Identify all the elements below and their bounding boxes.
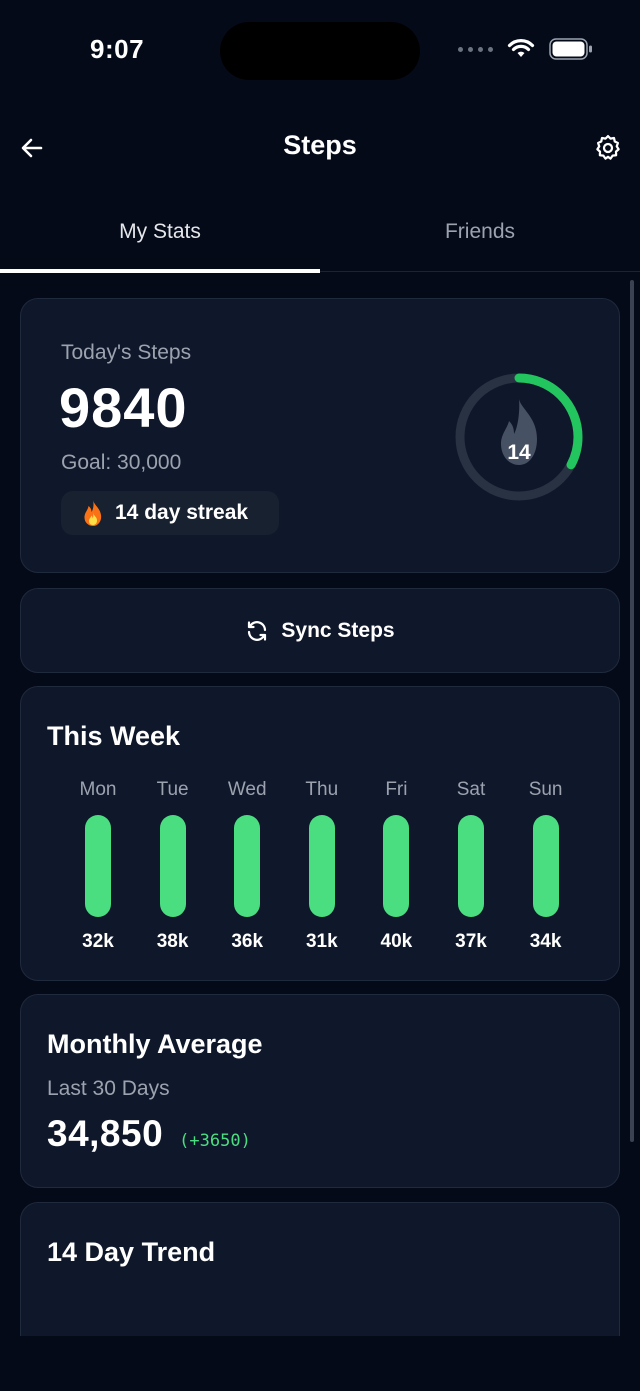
day-column-sun: Sun 34k <box>507 779 585 959</box>
day-label: Tue <box>156 779 189 800</box>
trend-line-chart <box>21 1203 621 1336</box>
bar-track <box>85 815 111 917</box>
day-label: Wed <box>227 779 267 800</box>
sync-steps-label: Sync Steps <box>281 618 395 642</box>
tab-my-stats[interactable]: My Stats <box>0 200 320 272</box>
day-bar <box>85 815 111 917</box>
this-week-title: This Week <box>47 721 181 751</box>
bar-track <box>159 815 186 917</box>
bar-track <box>458 815 484 917</box>
day-value: 40k <box>380 931 413 952</box>
ring-streak-count: 14 <box>507 441 531 464</box>
day-label: Thu <box>305 779 339 800</box>
trend-card: 14 Day Trend <box>20 1202 620 1336</box>
day-value: 32k <box>82 931 114 952</box>
streak-badge: 14 day streak <box>61 491 279 535</box>
monthly-average-row: 34,850 (+3650) <box>47 1113 251 1155</box>
today-steps-label: Today's Steps <box>61 341 192 364</box>
monthly-average-change: (+3650) <box>179 1131 251 1151</box>
streak-text: 14 day streak <box>115 501 249 524</box>
dynamic-island <box>220 22 420 80</box>
status-time: 9:07 <box>90 34 145 64</box>
bar-track <box>532 815 559 917</box>
day-bar <box>383 815 410 917</box>
day-label: Mon <box>79 779 117 800</box>
monthly-average-title: Monthly Average <box>47 1029 263 1059</box>
bar-track <box>308 815 335 917</box>
day-bar <box>234 815 261 917</box>
day-column-mon: Mon 32k <box>59 779 137 959</box>
day-value: 38k <box>156 931 189 952</box>
this-week-card: This Week Mon 32k Tue 38k Wed 36k Thu 31k Fri 40k… <box>20 686 620 981</box>
day-label: Sat <box>456 779 486 800</box>
cellular-signal-icon <box>458 46 493 52</box>
bottom-safe-area <box>0 1336 640 1391</box>
wifi-icon <box>507 39 535 57</box>
day-bar <box>458 815 484 917</box>
refresh-icon <box>248 620 267 641</box>
day-value: 34k <box>529 931 562 952</box>
battery-icon <box>549 38 592 60</box>
bar-track <box>383 815 410 917</box>
goal-progress-ring: 14 <box>453 371 585 503</box>
monthly-average-value: 34,850 <box>47 1113 164 1154</box>
week-bar-chart: Mon 32k Tue 38k Wed 36k Thu 31k Fri 40k Sat 37k Sun 3… <box>59 779 620 959</box>
tab-bar: My Stats Friends <box>0 200 640 273</box>
bar-track <box>234 815 261 917</box>
stats-content[interactable]: Today's Steps 9840 Goal: 30,000 14 day s… <box>0 272 640 1336</box>
day-value: 36k <box>231 931 264 952</box>
day-column-wed: Wed 36k <box>208 779 286 959</box>
tab-friends[interactable]: Friends <box>320 200 640 272</box>
day-column-thu: Thu 31k <box>283 779 361 959</box>
sync-steps-button[interactable]: Sync Steps <box>20 588 620 673</box>
page-title: Steps <box>283 130 357 160</box>
settings-button[interactable] <box>588 128 628 168</box>
day-label: Fri <box>385 779 408 800</box>
goal-text: Goal: 30,000 <box>61 451 182 474</box>
day-value: 31k <box>305 931 338 952</box>
day-value: 37k <box>455 931 487 952</box>
status-icons <box>458 38 593 60</box>
fire-icon <box>84 500 102 526</box>
app-bar: Steps <box>0 112 640 182</box>
today-steps-card: Today's Steps 9840 Goal: 30,000 14 day s… <box>20 298 620 573</box>
day-column-tue: Tue 38k <box>134 779 212 959</box>
status-bar: 9:07 <box>0 0 640 100</box>
day-bar <box>159 815 186 917</box>
day-bar <box>308 815 335 917</box>
day-column-sat: Sat 37k <box>432 779 510 959</box>
day-bar <box>532 815 559 917</box>
today-steps-value: 9840 <box>59 376 188 439</box>
gear-icon <box>596 135 620 160</box>
day-label: Sun <box>528 779 563 800</box>
monthly-average-subtitle: Last 30 Days <box>47 1077 170 1100</box>
monthly-average-card: Monthly Average Last 30 Days 34,850 (+36… <box>20 994 620 1188</box>
day-column-fri: Fri 40k <box>357 779 435 959</box>
